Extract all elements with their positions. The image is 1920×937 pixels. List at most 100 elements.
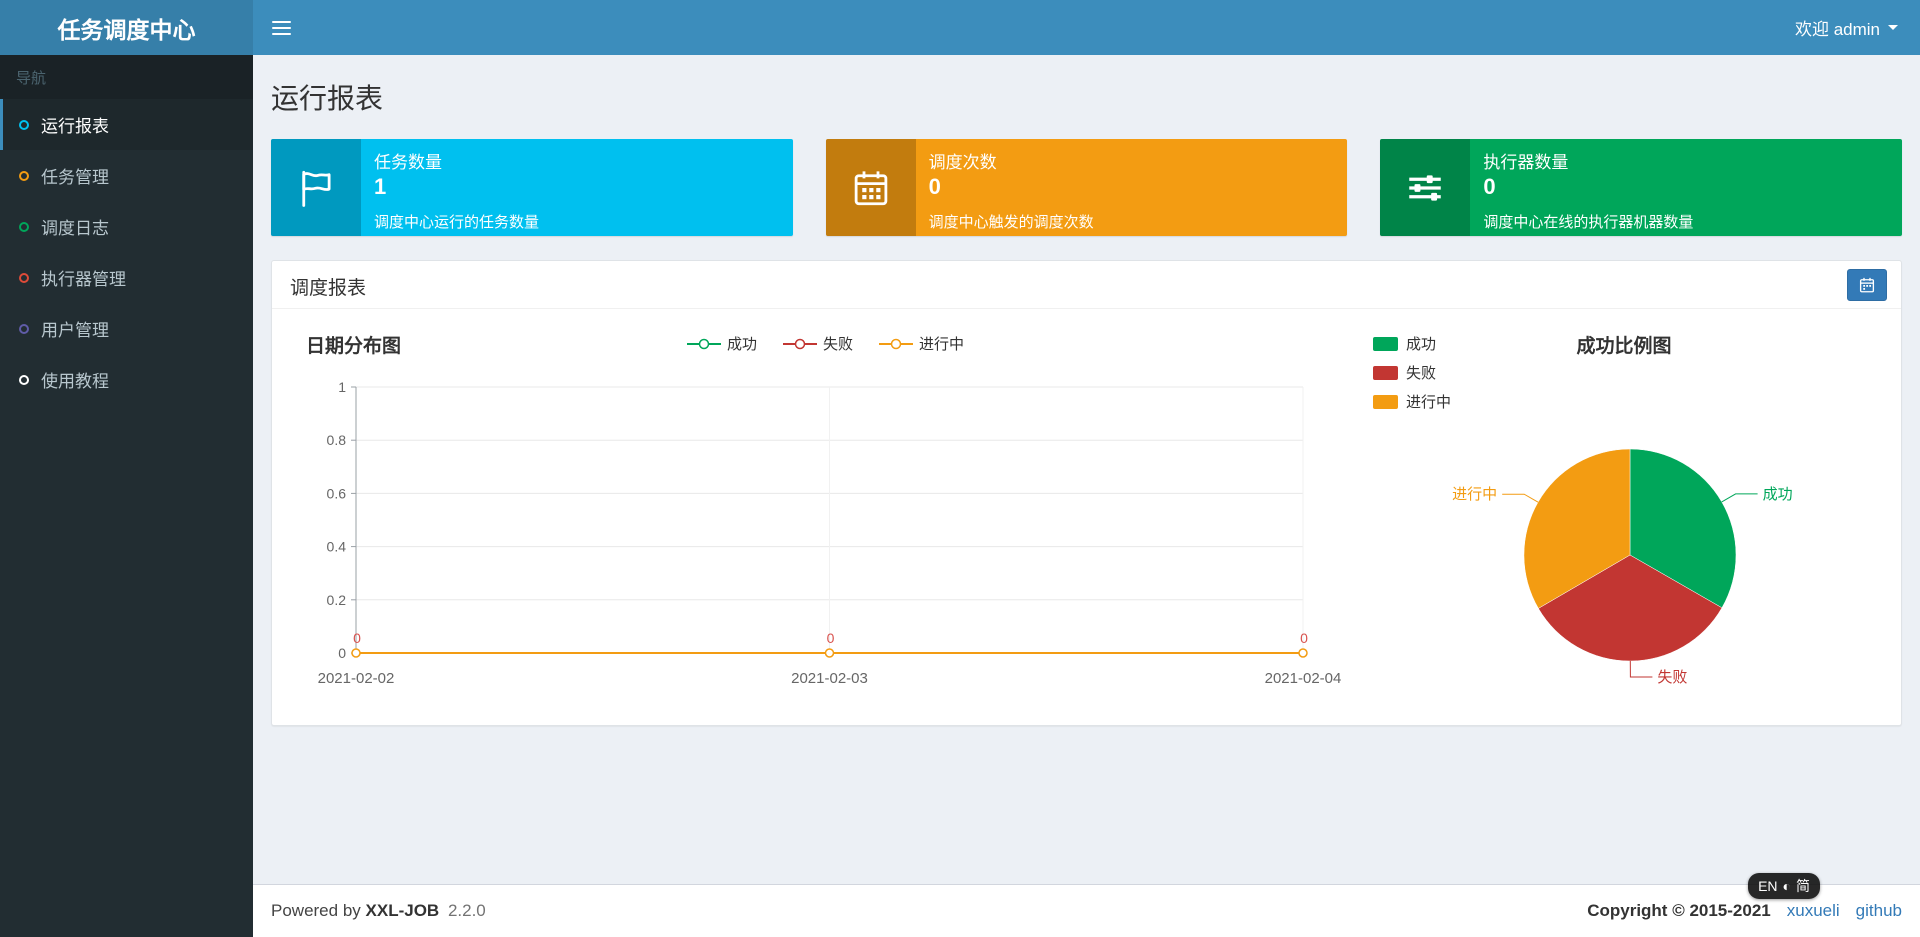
svg-text:0.2: 0.2: [327, 592, 347, 608]
panel-header: 调度报表: [272, 261, 1901, 309]
legend-swatch: [1373, 394, 1398, 409]
xuxueli-link[interactable]: xuxueli: [1787, 901, 1840, 921]
date-distribution-chart: 日期分布图 成功 失败 进行中 0 0.2 0.4 0.6 0.8 1 2021-02-02 20…: [288, 321, 1363, 707]
circle-o-icon: [19, 221, 29, 232]
circle-o-icon: [19, 374, 29, 385]
line-series-marker: [686, 338, 721, 349]
copyright-text: Copyright © 2015-2021: [1587, 901, 1771, 920]
footer: Powered by XXL-JOB 2.2.0 Copyright © 201…: [253, 884, 1920, 937]
stat-content: 任务数量 1 调度中心运行的任务数量: [361, 139, 793, 236]
stat-value: 0: [928, 174, 941, 199]
sidebar-menu: 运行报表任务管理调度日志执行器管理用户管理使用教程: [0, 99, 253, 405]
sliders-icon: [1380, 139, 1471, 236]
stat-label: 执行器数量: [1483, 153, 1569, 172]
circle-o-icon: [19, 170, 29, 181]
sidebar-item-3[interactable]: 调度日志: [0, 201, 253, 252]
sidebar-item-label: 使用教程: [41, 372, 109, 391]
legend-label: 进行中: [919, 336, 965, 353]
ime-indicator[interactable]: EN ◐ 简: [1748, 873, 1820, 899]
svg-text:0.8: 0.8: [327, 432, 347, 448]
svg-text:0: 0: [827, 630, 835, 646]
sidebar-item-label: 运行报表: [41, 117, 109, 136]
app-title: 任务调度中心: [57, 16, 196, 43]
sidebar-item-2[interactable]: 任务管理: [0, 150, 253, 201]
calendar-icon: [825, 139, 916, 236]
user-menu[interactable]: 欢迎 admin: [1773, 0, 1920, 55]
sidebar: 导航 运行报表 任务管理 调度日志 执行器管理 用户管理 使用教程: [0, 55, 253, 937]
calendar-icon: [1859, 277, 1875, 293]
legend-label: 失败: [822, 336, 853, 353]
main-content: 运行报表 任务数量 1 调度中心运行的任务数量 调度次数 0 调度中心触发的调度次数 执行器…: [253, 55, 1920, 884]
sidebar-item-4[interactable]: 执行器管理: [0, 252, 253, 303]
stat-description: 调度中心在线的执行器机器数量: [1483, 214, 1694, 231]
stat-content: 调度次数 0 调度中心触发的调度次数: [916, 139, 1348, 236]
flag-icon: [271, 139, 361, 236]
app-logo[interactable]: 任务调度中心: [0, 0, 253, 55]
pie-legend-item[interactable]: 进行中: [1373, 391, 1451, 412]
stat-label: 调度次数: [928, 153, 997, 172]
circle-o-icon: [19, 119, 29, 130]
svg-text:0.4: 0.4: [327, 539, 347, 555]
welcome-text: 欢迎 admin: [1794, 20, 1880, 39]
svg-text:2021-02-03: 2021-02-03: [791, 670, 868, 687]
success-ratio-chart: 成功 失败 进行中 成功比例图 成功 失败 进行中: [1363, 321, 1885, 707]
github-link[interactable]: github: [1856, 901, 1902, 921]
svg-text:1: 1: [338, 379, 346, 395]
line-series-marker: [879, 338, 913, 349]
line-legend-item[interactable]: 进行中: [879, 333, 964, 354]
legend-label: 成功: [726, 336, 757, 353]
svg-text:0: 0: [338, 645, 346, 661]
stat-box-2: 调度次数 0 调度中心触发的调度次数: [825, 139, 1348, 236]
legend-label: 失败: [1406, 365, 1437, 382]
stat-row: 任务数量 1 调度中心运行的任务数量 调度次数 0 调度中心触发的调度次数 执行器数量 0 调度…: [271, 139, 1903, 236]
line-legend-item[interactable]: 失败: [782, 333, 853, 354]
pie-legend-item[interactable]: 失败: [1373, 362, 1451, 383]
line-chart-svg: 0 0.2 0.4 0.6 0.8 1 2021-02-02 2021-02-03 2021-0…: [318, 379, 1342, 687]
ime-mode-icon: ◐: [1782, 878, 1791, 894]
date-range-button[interactable]: [1847, 269, 1887, 301]
product-name: XXL-JOB: [365, 901, 440, 920]
circle-o-icon: [19, 272, 29, 283]
svg-text:0: 0: [353, 630, 361, 646]
powered-by-text: Powered by: [271, 901, 361, 920]
stat-value: 1: [374, 174, 387, 199]
hamburger-icon: [271, 20, 291, 23]
footer-powered: Powered by XXL-JOB 2.2.0: [271, 901, 486, 921]
app-root: 任务调度中心 欢迎 admin 导航 运行报表 任务管理 调度日志 执行器管理 用户管理…: [0, 0, 1920, 937]
svg-text:0: 0: [1300, 630, 1308, 646]
svg-text:失败: 失败: [1657, 669, 1687, 686]
sidebar-toggle-button[interactable]: [253, 0, 309, 55]
svg-text:2021-02-04: 2021-02-04: [1265, 670, 1342, 687]
svg-text:0.6: 0.6: [327, 485, 347, 501]
circle-o-icon: [19, 323, 29, 334]
caret-down-icon: [1888, 25, 1898, 30]
stat-description: 调度中心运行的任务数量: [374, 214, 540, 231]
stat-box-1: 任务数量 1 调度中心运行的任务数量: [271, 139, 793, 236]
pie-chart-title: 成功比例图: [1576, 336, 1672, 357]
stat-content: 执行器数量 0 调度中心在线的执行器机器数量: [1470, 139, 1902, 236]
stat-value: 0: [1483, 174, 1496, 199]
sidebar-item-1[interactable]: 运行报表: [0, 99, 253, 150]
svg-text:2021-02-02: 2021-02-02: [318, 670, 395, 687]
stat-description: 调度中心触发的调度次数: [928, 214, 1094, 231]
sidebar-item-label: 任务管理: [41, 168, 109, 187]
footer-copyright: Copyright © 2015-2021 xuxueli github: [1587, 901, 1902, 921]
sidebar-item-6[interactable]: 使用教程: [0, 354, 253, 405]
line-chart-legend: 成功 失败 进行中: [288, 333, 1363, 354]
sidebar-item-5[interactable]: 用户管理: [0, 303, 253, 354]
ime-en-label: EN: [1758, 878, 1778, 894]
stat-box-3: 执行器数量 0 调度中心在线的执行器机器数量: [1380, 139, 1903, 236]
sidebar-item-label: 用户管理: [41, 321, 109, 340]
line-legend-item[interactable]: 成功: [686, 333, 757, 354]
legend-label: 进行中: [1406, 394, 1452, 411]
ime-cn-label: 简: [1796, 878, 1810, 894]
report-panel: 调度报表 日期分布图 成功 失败 进行中 0 0.2 0.4 0.6 0.8 1…: [271, 260, 1902, 726]
panel-title: 调度报表: [290, 278, 367, 299]
line-series-marker: [782, 338, 817, 349]
page-title: 运行报表: [271, 83, 384, 114]
sidebar-item-label: 执行器管理: [41, 270, 126, 289]
stat-label: 任务数量: [374, 153, 442, 172]
top-navbar: 任务调度中心 欢迎 admin: [0, 0, 1920, 55]
svg-text:成功: 成功: [1763, 486, 1793, 503]
panel-body: 日期分布图 成功 失败 进行中 0 0.2 0.4 0.6 0.8 1 2021-02-02 20…: [272, 309, 1901, 725]
